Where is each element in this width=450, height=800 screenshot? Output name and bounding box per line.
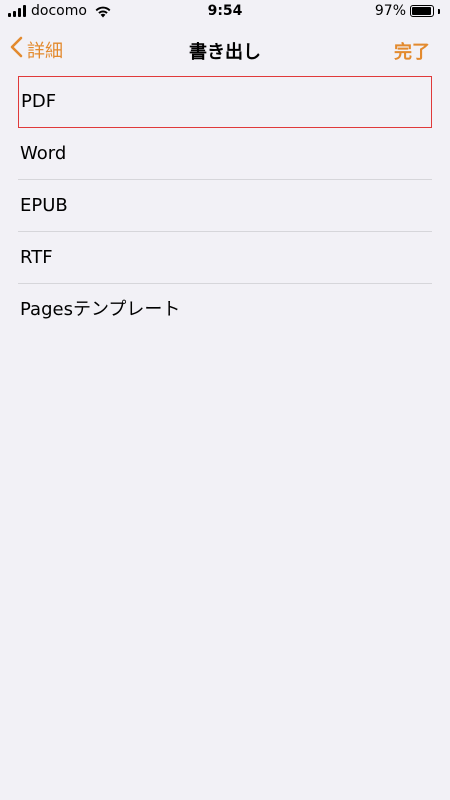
status-right: 97% [375, 3, 440, 19]
battery-fill [412, 7, 432, 15]
page-title: 書き出し [189, 42, 261, 63]
export-option-epub[interactable]: EPUB [18, 180, 432, 232]
status-bar: docomo 9:54 97% [0, 0, 450, 24]
battery-icon [410, 5, 434, 17]
export-option-pdf[interactable]: PDF [18, 76, 432, 128]
battery-percent: 97% [374, 3, 406, 19]
export-option-rtf[interactable]: RTF [18, 232, 432, 284]
export-option-pages-template[interactable]: Pagesテンプレート [18, 284, 432, 336]
export-options-list: PDF Word EPUB RTF Pagesテンプレート [18, 76, 432, 336]
export-screen: docomo 9:54 97% 詳細 書き出し 完了 PDF Word EPUB… [0, 0, 450, 800]
navigation-bar: 詳細 書き出し 完了 [0, 28, 450, 72]
battery-cap [438, 8, 440, 14]
export-option-word[interactable]: Word [18, 128, 432, 180]
done-button[interactable]: 完了 [394, 38, 430, 64]
